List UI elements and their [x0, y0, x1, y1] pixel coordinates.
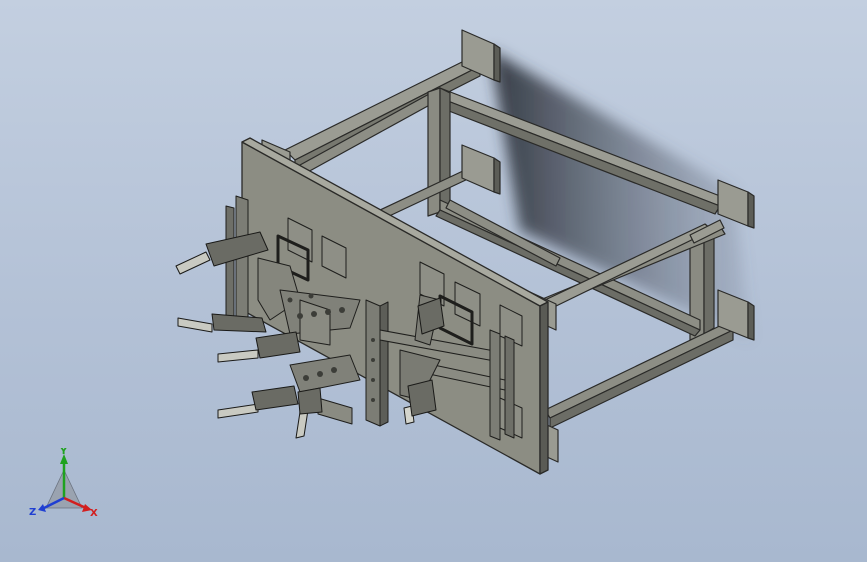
y-axis-label: Y — [59, 448, 68, 457]
post-back-left-face — [439, 87, 451, 213]
clamp-body-6[interactable] — [407, 379, 437, 417]
orientation-triad[interactable]: Y X Z — [24, 448, 104, 528]
bottom-clamp-base[interactable] — [317, 397, 353, 425]
beam-upper-rail[interactable] — [299, 87, 447, 174]
beam-bottom-front-side — [549, 329, 734, 429]
upright-left-2[interactable] — [225, 205, 235, 321]
flange-top-right-edge — [747, 191, 755, 229]
center-post[interactable] — [365, 299, 381, 427]
flange-mid-left-edge — [493, 157, 501, 195]
flange-mid-left[interactable] — [461, 144, 495, 193]
plate-side-edge — [539, 301, 549, 475]
clamp-handle-2[interactable] — [177, 317, 213, 333]
flange-bottom-right-edge — [747, 301, 755, 341]
upright-right-1[interactable] — [489, 329, 501, 441]
x-axis-label: X — [90, 508, 98, 519]
link-plate-3[interactable] — [289, 354, 361, 393]
clamp-handle-3[interactable] — [217, 349, 259, 363]
clamp-body-5[interactable] — [297, 387, 323, 415]
upright-right-2[interactable] — [504, 335, 515, 439]
clamp-body-3[interactable] — [255, 331, 301, 359]
z-axis-label: Z — [29, 507, 36, 518]
clamp-body-4[interactable] — [251, 385, 299, 411]
clamp-handle-4[interactable] — [217, 403, 259, 419]
clamp-handle-1[interactable] — [175, 251, 211, 275]
beam-bottom-front[interactable] — [544, 321, 734, 419]
flange-top-left-edge — [493, 43, 501, 83]
assembly-model[interactable] — [0, 0, 867, 562]
cad-viewport[interactable]: Y X Z — [0, 0, 867, 562]
center-post-face — [379, 301, 389, 427]
upright-left-1[interactable] — [235, 195, 249, 331]
